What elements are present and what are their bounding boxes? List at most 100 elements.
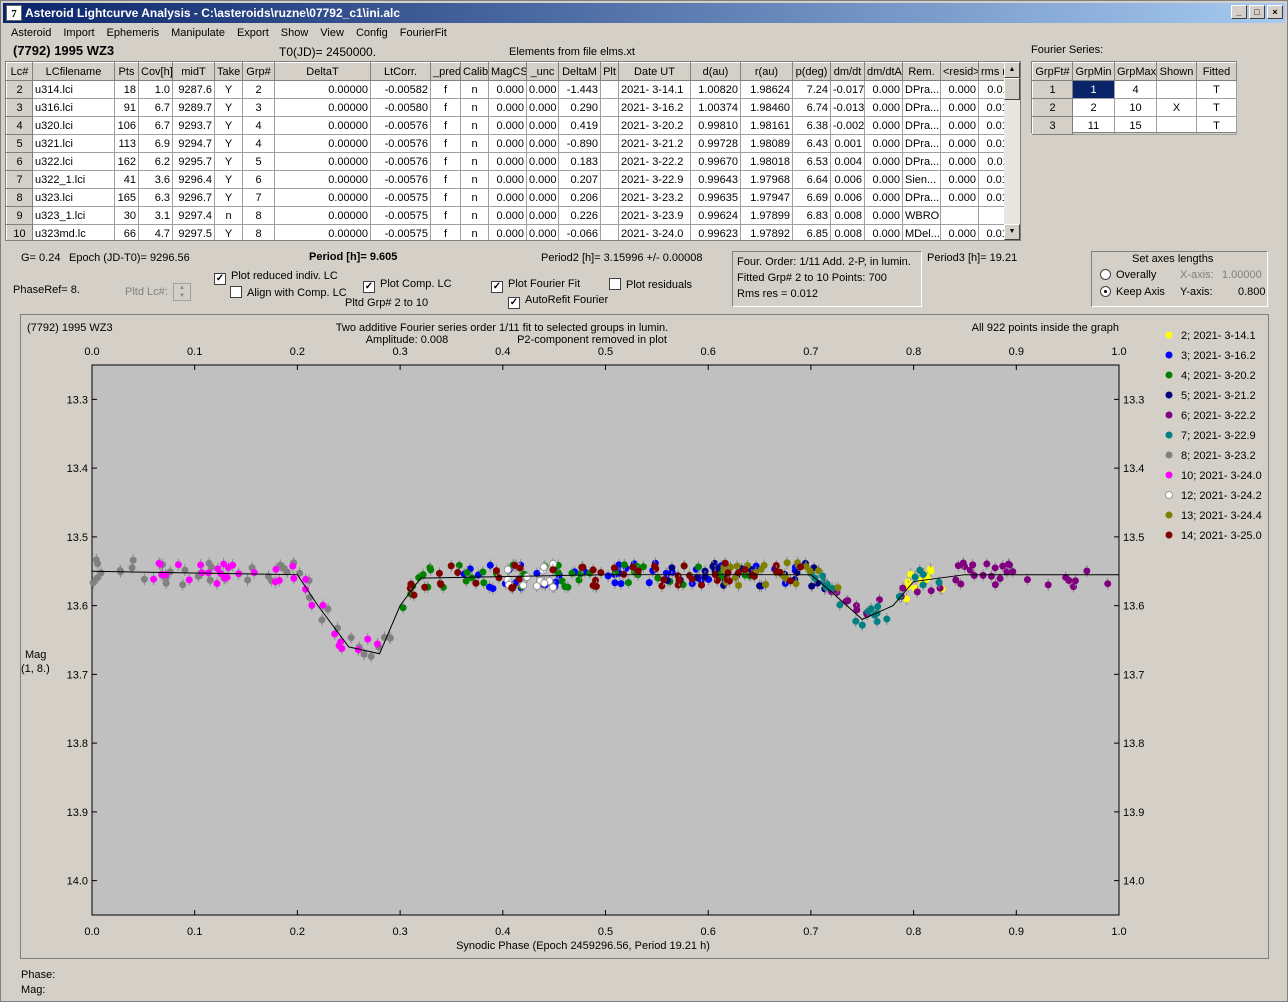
table-cell[interactable]: 0.000	[526, 188, 559, 207]
column-header[interactable]: Plt	[600, 62, 619, 81]
table-cell[interactable]: 1.97947	[740, 188, 793, 207]
column-header[interactable]: midT	[172, 62, 215, 81]
table-cell[interactable]: 0.001	[830, 134, 865, 153]
table-cell[interactable]: 6.85	[792, 224, 831, 240]
table-cell[interactable]: 0.000	[488, 188, 527, 207]
table-cell[interactable]: f	[430, 188, 461, 207]
autorefit-checkbox[interactable]: ✓ AutoRefit Fourier	[508, 294, 608, 309]
column-header[interactable]: _pred.	[430, 62, 461, 81]
table-cell[interactable]	[600, 134, 619, 153]
table-cell[interactable]: 0.000	[940, 116, 979, 135]
column-header[interactable]: _unc	[526, 62, 559, 81]
table-cell[interactable]	[600, 116, 619, 135]
table-cell[interactable]: f	[430, 134, 461, 153]
plot-residuals-checkbox[interactable]: Plot residuals	[609, 278, 692, 291]
table-cell[interactable]: 0.000	[940, 98, 979, 117]
table-cell[interactable]: 6.69	[792, 188, 831, 207]
menu-config[interactable]: Config	[350, 25, 394, 41]
table-cell[interactable]: 0.207	[558, 170, 601, 189]
table-cell[interactable]: DPra...	[902, 152, 941, 171]
table-cell[interactable]: 0.99810	[690, 116, 741, 135]
lightcurve-table[interactable]: Lc# LCfilename Pts Cov[h] midT Take Grp# DeltaT…	[5, 61, 1021, 241]
table-cell[interactable]: 6.9	[138, 134, 173, 153]
fourier-cell[interactable]: 15	[1114, 116, 1157, 135]
table-cell[interactable]: 0.000	[864, 188, 903, 207]
align-checkbox[interactable]: Align with Comp. LC	[230, 286, 347, 299]
table-cell[interactable]: 6.74	[792, 98, 831, 117]
fourier-cell[interactable]: 3	[1032, 116, 1073, 135]
table-cell[interactable]: 2021- 3-24.0	[618, 224, 691, 240]
table-cell[interactable]: Sien...	[902, 170, 941, 189]
table-cell[interactable]: -0.017	[830, 80, 865, 99]
table-cell[interactable]: 0.000	[488, 116, 527, 135]
table-cell[interactable]: 0.000	[526, 98, 559, 117]
table-cell[interactable]: u320.lci	[32, 116, 115, 135]
fourier-cell[interactable]	[1156, 80, 1197, 99]
table-cell[interactable]: 2021- 3-22.9	[618, 170, 691, 189]
table-cell[interactable]: 162	[114, 152, 139, 171]
table-cell[interactable]: 106	[114, 116, 139, 135]
table-cell[interactable]: 0.000	[864, 116, 903, 135]
table-cell[interactable]	[600, 170, 619, 189]
table-cell[interactable]: f	[430, 116, 461, 135]
table-cell[interactable]: u321.lci	[32, 134, 115, 153]
plot-fourier-checkbox[interactable]: ✓ Plot Fourier Fit	[491, 278, 580, 293]
fourier-row[interactable]: 2 2 10 X T	[1032, 98, 1237, 117]
table-cell[interactable]: 165	[114, 188, 139, 207]
pltd-lc-spinner[interactable]: ▲ ▼	[173, 283, 191, 301]
table-cell[interactable]	[600, 80, 619, 99]
column-header[interactable]: LCfilename	[32, 62, 115, 81]
table-cell[interactable]: 0.000	[488, 134, 527, 153]
table-cell[interactable]: 0.000	[488, 80, 527, 99]
menu-export[interactable]: Export	[231, 25, 275, 41]
column-header[interactable]: p(deg)	[792, 62, 831, 81]
table-cell[interactable]: 41	[114, 170, 139, 189]
table-cell[interactable]: 0.00000	[274, 188, 371, 207]
table-cell[interactable]: Y	[214, 80, 243, 99]
close-button[interactable]: ×	[1267, 5, 1283, 19]
table-cell[interactable]: 0.99728	[690, 134, 741, 153]
table-cell[interactable]: 0.99635	[690, 188, 741, 207]
table-cell[interactable]: -0.00575	[370, 206, 431, 225]
yaxis-value[interactable]: 0.800	[1238, 286, 1266, 298]
table-cell[interactable]: n	[460, 116, 489, 135]
table-cell[interactable]: DPra...	[902, 80, 941, 99]
table-cell[interactable]: 6.3	[138, 188, 173, 207]
table-cell[interactable]: -0.00576	[370, 170, 431, 189]
table-cell[interactable]: 0.00000	[274, 206, 371, 225]
table-cell[interactable]: -0.00575	[370, 224, 431, 240]
table-cell[interactable]: DPra...	[902, 134, 941, 153]
table-cell[interactable]: 6.43	[792, 134, 831, 153]
table-cell[interactable]: 9297.4	[172, 206, 215, 225]
table-cell[interactable]: DPra...	[902, 116, 941, 135]
table-cell[interactable]: n	[460, 152, 489, 171]
table-cell[interactable]: 6.2	[138, 152, 173, 171]
table-cell[interactable]: -1.443	[558, 80, 601, 99]
table-cell[interactable]: 0.99643	[690, 170, 741, 189]
table-cell[interactable]: 6.7	[138, 98, 173, 117]
table-cell[interactable]: 8	[242, 206, 275, 225]
menu-manipulate[interactable]: Manipulate	[165, 25, 231, 41]
table-cell[interactable]: 10	[6, 224, 33, 240]
table-cell[interactable]: 0.000	[940, 170, 979, 189]
table-cell[interactable]: -0.00580	[370, 98, 431, 117]
table-cell[interactable]: 2021- 3-14.1	[618, 80, 691, 99]
table-cell[interactable]: -0.066	[558, 224, 601, 240]
table-cell[interactable]: 5	[6, 134, 33, 153]
fourier-cell[interactable]: T	[1196, 98, 1237, 117]
table-cell[interactable]: Y	[214, 152, 243, 171]
column-header[interactable]: r(au)	[740, 62, 793, 81]
table-cell[interactable]: 0.000	[940, 152, 979, 171]
table-cell[interactable]: 0.008	[830, 206, 865, 225]
table-row[interactable]: 7 u322_1.lci 41 3.6 9296.4 Y 6 0.00000 -0.00576 f…	[6, 170, 1017, 189]
table-cell[interactable]: 9297.5	[172, 224, 215, 240]
table-cell[interactable]: 2	[242, 80, 275, 99]
table-row[interactable]: 5 u321.lci 113 6.9 9294.7 Y 4 0.00000 -0.00576 f n…	[6, 134, 1017, 153]
column-header[interactable]: LtCorr.	[370, 62, 431, 81]
column-header[interactable]: Calib.	[460, 62, 489, 81]
table-cell[interactable]: 2021- 3-21.2	[618, 134, 691, 153]
minimize-button[interactable]: _	[1231, 5, 1247, 19]
column-header[interactable]: DeltaM	[558, 62, 601, 81]
fourier-cell[interactable]	[1156, 116, 1197, 135]
column-header[interactable]: Date UT	[618, 62, 691, 81]
